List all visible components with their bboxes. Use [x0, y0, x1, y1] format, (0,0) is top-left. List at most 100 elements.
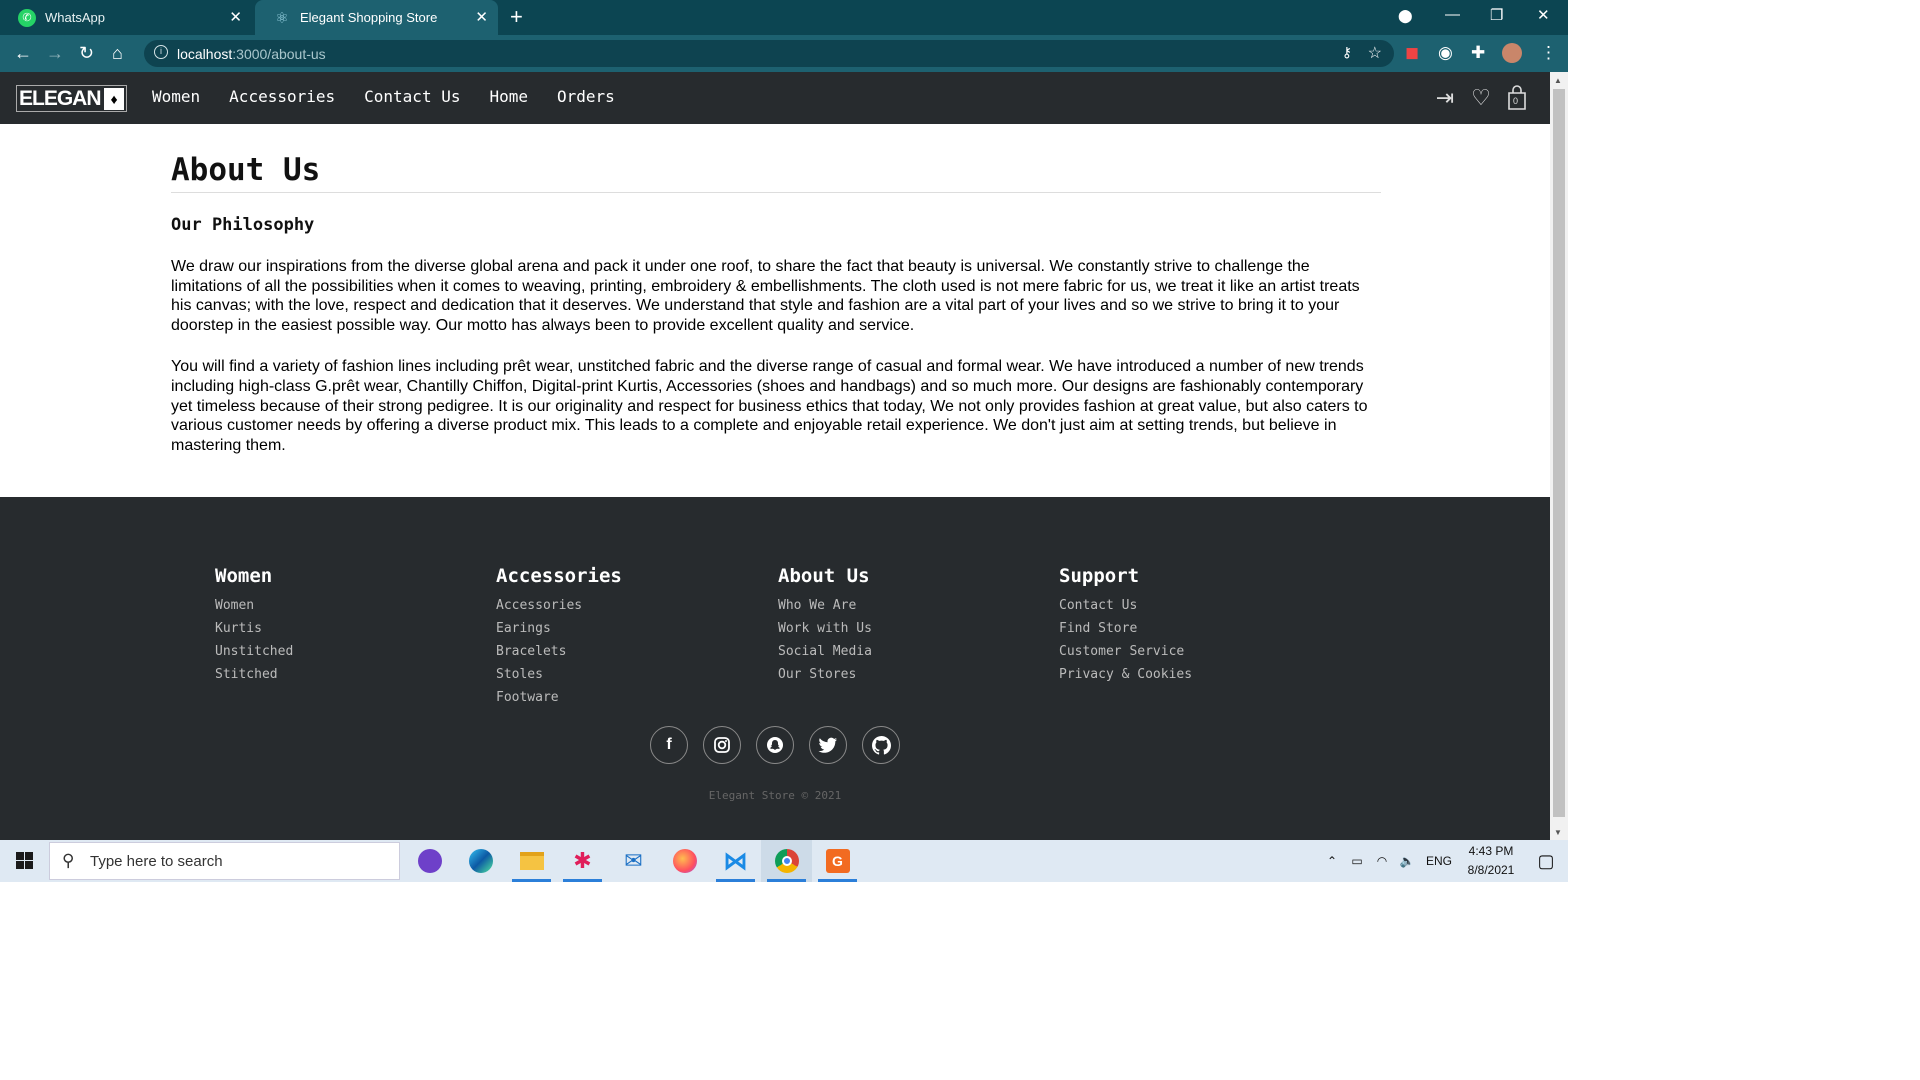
footer-link[interactable]: Earings — [496, 617, 622, 640]
close-tab-icon[interactable]: ✕ — [475, 8, 488, 26]
footer-link[interactable]: Our Stores — [778, 663, 872, 686]
reload-button[interactable]: ↻ — [79, 43, 94, 64]
footer-link[interactable]: Privacy & Cookies — [1059, 663, 1192, 686]
tab-title: Elegant Shopping Store — [300, 10, 438, 25]
clock[interactable]: 4:43 PM 8/8/2021 — [1458, 842, 1524, 880]
system-tray: ⌃ ▭ ◠ 🔈 ENG 4:43 PM 8/8/2021 ▢ — [1320, 840, 1568, 882]
nav-link-home[interactable]: Home — [489, 87, 528, 106]
footer-link[interactable]: Footware — [496, 686, 622, 709]
twitter-icon[interactable] — [809, 726, 847, 764]
logo-text: ELEGAN — [19, 86, 102, 110]
slack-icon[interactable]: ✱ — [557, 840, 608, 882]
restore-button[interactable]: ❐ — [1490, 6, 1503, 24]
taskbar-search-input[interactable]: ⚲ Type here to search — [49, 842, 400, 880]
footer-link[interactable]: Kurtis — [215, 617, 293, 640]
whatsapp-icon: ✆ — [18, 8, 36, 27]
footer-link[interactable]: Work with Us — [778, 617, 872, 640]
chevron-up-icon[interactable]: ⌃ — [1320, 854, 1344, 868]
footer-link[interactable]: Stitched — [215, 663, 293, 686]
footer-link[interactable]: Unstitched — [215, 640, 293, 663]
snapchat-icon[interactable] — [756, 726, 794, 764]
github-icon[interactable] — [862, 726, 900, 764]
scroll-thumb[interactable] — [1553, 89, 1565, 817]
menu-icon[interactable]: ⋮ — [1540, 43, 1557, 63]
bookmark-star-icon[interactable]: ☆ — [1368, 43, 1382, 63]
search-placeholder: Type here to search — [90, 852, 223, 870]
notification-icon[interactable]: ▢ — [1524, 851, 1568, 872]
footer-link[interactable]: Customer Service — [1059, 640, 1192, 663]
extension-icon[interactable]: ◼ — [1405, 43, 1419, 63]
footer-column-women: Women Women Kurtis Unstitched Stitched — [215, 565, 293, 686]
home-button[interactable]: ⌂ — [112, 43, 123, 64]
react-icon: ⚛ — [275, 9, 289, 27]
footer-heading: Women — [215, 565, 273, 587]
extension-icon[interactable]: ◉ — [1438, 43, 1453, 63]
paragraph: You will find a variety of fashion lines… — [171, 358, 1368, 454]
scroll-down-arrow[interactable]: ▼ — [1554, 828, 1562, 837]
facebook-icon[interactable]: f — [650, 726, 688, 764]
firefox-icon[interactable] — [659, 840, 710, 882]
nav-link-women[interactable]: Women — [152, 87, 200, 106]
browser-tab-strip: ✆ WhatsApp ✕ ⚛ Elegant Shopping Store ✕ … — [0, 0, 1568, 35]
address-bar[interactable]: i localhost:3000/about-us ⚷ ☆ — [144, 40, 1394, 67]
mail-icon[interactable]: ✉ — [608, 840, 659, 882]
chrome-icon[interactable] — [761, 840, 812, 882]
battery-icon[interactable]: ▭ — [1344, 854, 1370, 868]
file-explorer-icon[interactable] — [506, 840, 557, 882]
tuxedo-icon: ♦ — [103, 87, 124, 110]
windows-start-icon[interactable] — [16, 852, 33, 869]
footer-column-support: Support Contact Us Find Store Customer S… — [1059, 565, 1192, 686]
forward-button[interactable]: → — [46, 43, 64, 64]
nav-link-contact-us[interactable]: Contact Us — [364, 87, 460, 106]
language-indicator[interactable]: ENG — [1420, 854, 1458, 868]
footer-link[interactable]: Stoles — [496, 663, 622, 686]
tab-search-icon[interactable]: ⬤ — [1398, 8, 1413, 24]
section-subtitle: Our Philosophy — [171, 215, 315, 235]
footer-column-accessories: Accessories Accessories Earings Bracelet… — [496, 565, 622, 709]
cart-icon[interactable]: 0 — [1504, 84, 1530, 112]
footer-heading: About Us — [778, 565, 870, 587]
tab-whatsapp[interactable]: ✆ WhatsApp ✕ — [0, 0, 252, 35]
wifi-icon[interactable]: ◠ — [1370, 854, 1394, 868]
taskbar-apps: ✱ ✉ ⋈ G — [404, 840, 863, 882]
site-info-icon[interactable]: i — [154, 45, 168, 59]
close-window-button[interactable]: ✕ — [1537, 6, 1550, 24]
key-icon[interactable]: ⚷ — [1342, 44, 1352, 61]
github-desktop-icon[interactable] — [404, 840, 455, 882]
volume-icon[interactable]: 🔈 — [1394, 854, 1420, 868]
heart-icon[interactable]: ♡ — [1468, 84, 1494, 112]
footer-link[interactable]: Contact Us — [1059, 594, 1192, 617]
about-content: About Us Our Philosophy We draw our insp… — [171, 124, 1381, 455]
page-scrollbar[interactable]: ▲ ▼ — [1550, 72, 1568, 840]
minimize-button[interactable]: — — [1445, 6, 1460, 23]
footer-link[interactable]: Accessories — [496, 594, 622, 617]
browser-toolbar: ← → ↻ ⌂ i localhost:3000/about-us ⚷ ☆ ◼ … — [0, 35, 1568, 72]
windows-taskbar: ⚲ Type here to search ✱ ✉ ⋈ G ⌃ ▭ ◠ 🔈 EN… — [0, 840, 1568, 882]
footer-link[interactable]: Bracelets — [496, 640, 622, 663]
puzzle-icon[interactable]: ✚ — [1471, 43, 1485, 63]
site-footer: Women Women Kurtis Unstitched Stitched A… — [0, 497, 1550, 840]
profile-avatar[interactable] — [1502, 43, 1522, 63]
edge-icon[interactable] — [455, 840, 506, 882]
footer-link[interactable]: Social Media — [778, 640, 872, 663]
instagram-icon[interactable] — [703, 726, 741, 764]
vscode-icon[interactable]: ⋈ — [710, 840, 761, 882]
scroll-up-arrow[interactable]: ▲ — [1554, 76, 1562, 85]
footer-link[interactable]: Who We Are — [778, 594, 872, 617]
back-button[interactable]: ← — [14, 43, 32, 64]
social-links: f — [650, 726, 900, 764]
nav-link-accessories[interactable]: Accessories — [229, 87, 335, 106]
page-title: About Us — [171, 152, 1381, 193]
footer-column-about-us: About Us Who We Are Work with Us Social … — [778, 565, 872, 686]
new-tab-button[interactable]: + — [510, 4, 523, 30]
tab-elegant-store[interactable]: ⚛ Elegant Shopping Store ✕ — [255, 0, 498, 35]
site-logo[interactable]: ELEGAN ♦ — [16, 85, 127, 112]
url-path: :3000/about-us — [232, 45, 326, 62]
nav-link-orders[interactable]: Orders — [557, 87, 615, 106]
pdf-reader-icon[interactable]: G — [812, 840, 863, 882]
footer-link[interactable]: Find Store — [1059, 617, 1192, 640]
logout-icon[interactable]: ⇥ — [1432, 84, 1458, 112]
tab-title: WhatsApp — [45, 10, 105, 25]
footer-link[interactable]: Women — [215, 594, 293, 617]
close-tab-icon[interactable]: ✕ — [229, 8, 242, 26]
